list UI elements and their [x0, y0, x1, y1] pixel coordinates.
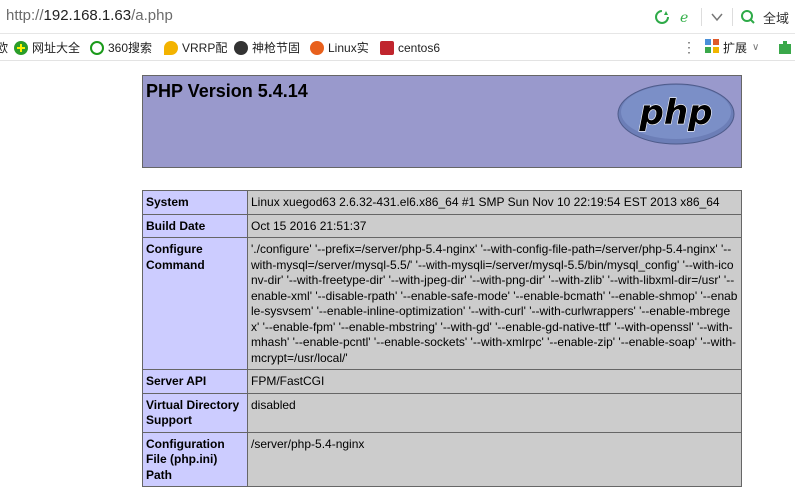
bookmark-centos[interactable]: centos6	[380, 39, 440, 56]
bookmark-shenqiang[interactable]: 神枪节固	[234, 39, 300, 56]
more-icon[interactable]: ⋮	[682, 39, 696, 56]
bookmark-partial[interactable]: 欧	[0, 39, 8, 56]
url-scheme: http://	[6, 7, 44, 24]
bookmark-label: 神枪节固	[252, 41, 301, 55]
row-key: System	[142, 190, 248, 215]
extensions-label: 扩展	[723, 41, 748, 55]
table-row: Server API FPM/FastCGI	[142, 369, 742, 394]
360-search-icon	[90, 40, 104, 55]
extensions-button[interactable]: 扩展 ∨	[705, 39, 759, 56]
csdn-icon	[380, 40, 394, 55]
divider	[731, 8, 733, 26]
row-key: Virtual Directory Support	[142, 392, 248, 433]
row-key: Configuration File (php.ini) Path	[142, 431, 248, 487]
bookmark-linux[interactable]: Linux实	[310, 39, 369, 56]
row-key: Build Date	[142, 213, 248, 238]
row-value: Oct 15 2016 21:51:37	[247, 213, 742, 238]
grid-icon	[705, 39, 719, 56]
table-row: Virtual Directory Support disabled	[142, 392, 742, 433]
ie-compat-icon[interactable]: e	[677, 8, 695, 26]
address-bar[interactable]: http://192.168.1.63/a.php e 全域	[0, 0, 795, 34]
refresh-icon[interactable]	[653, 8, 671, 26]
bookmarks-bar: 欧 网址大全 360搜索 VRRP配 神枪节固 Linux实 centos6 ⋮…	[0, 34, 795, 61]
url-host: 192.168.1.63	[43, 7, 132, 24]
bookmark-label: 360搜索	[108, 41, 153, 55]
row-value: './configure' '--prefix=/server/php-5.4-…	[247, 237, 742, 370]
mask-icon	[234, 40, 248, 55]
php-logo-text: php	[639, 93, 713, 133]
search-engine-label[interactable]: 全域	[763, 8, 789, 27]
table-row: Configure Command './configure' '--prefi…	[142, 237, 742, 370]
bulb-icon	[164, 40, 178, 55]
svg-text:e: e	[680, 10, 688, 25]
php-version-title: PHP Version 5.4.14	[146, 81, 308, 101]
bookmark-label: 网址大全	[32, 41, 81, 55]
row-key: Configure Command	[142, 237, 248, 370]
bookmark-360[interactable]: 360搜索	[90, 39, 152, 56]
php-logo[interactable]: php	[617, 82, 735, 146]
search-icon[interactable]	[739, 8, 757, 26]
plus-icon	[14, 40, 28, 55]
chevron-down-icon[interactable]	[708, 8, 726, 26]
row-value: /server/php-5.4-nginx	[247, 431, 742, 487]
phpinfo-header: PHP Version 5.4.14 php	[142, 75, 742, 168]
bookmark-label: VRRP配	[182, 41, 228, 55]
row-value: Linux xuegod63 2.6.32-431.el6.x86_64 #1 …	[247, 190, 742, 215]
url-field[interactable]: http://192.168.1.63/a.php	[6, 7, 173, 24]
bookmark-vrrp[interactable]: VRRP配	[164, 39, 227, 56]
phpinfo-table: System Linux xuegod63 2.6.32-431.el6.x86…	[142, 190, 742, 487]
table-row: Configuration File (php.ini) Path /serve…	[142, 431, 742, 487]
divider	[700, 8, 702, 26]
row-value: FPM/FastCGI	[247, 369, 742, 394]
bookmark-label: centos6	[398, 40, 441, 55]
row-value: disabled	[247, 392, 742, 433]
table-row: Build Date Oct 15 2016 21:51:37	[142, 213, 742, 238]
firefox-icon	[310, 40, 324, 55]
bookmark-label: Linux实	[328, 41, 369, 55]
bookmark-wangzhi[interactable]: 网址大全	[14, 39, 80, 56]
row-key: Server API	[142, 369, 248, 394]
table-row: System Linux xuegod63 2.6.32-431.el6.x86…	[142, 190, 742, 215]
chevron-down-icon: ∨	[752, 42, 760, 53]
puzzle-icon[interactable]	[778, 39, 792, 56]
url-path: /a.php	[131, 7, 173, 24]
